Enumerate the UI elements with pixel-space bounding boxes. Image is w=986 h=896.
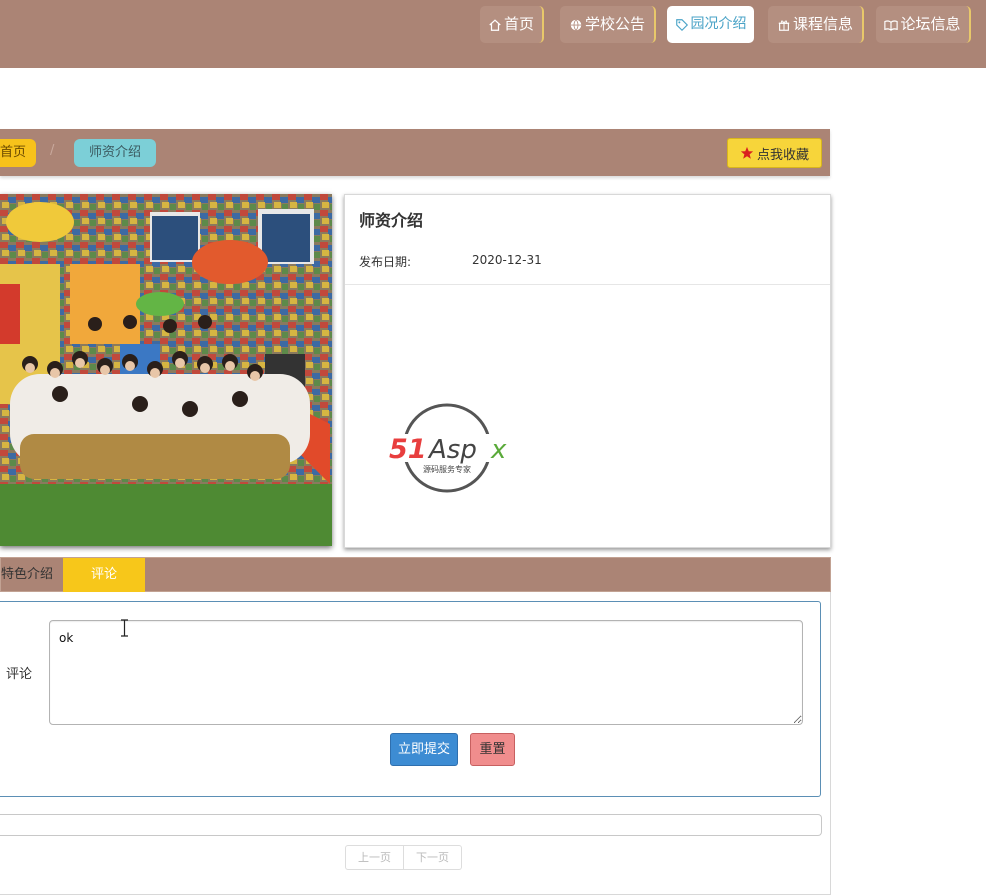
brand-tagline: 源码服务专家	[423, 464, 471, 474]
tab-intro[interactable]: 特色介绍	[1, 558, 63, 592]
publish-date-label: 发布日期:	[359, 255, 412, 269]
breadcrumb: 首页 / 师资介绍 点我收藏	[0, 129, 830, 176]
tab-comment[interactable]: 评论	[63, 558, 145, 592]
divider	[345, 284, 830, 285]
home-icon	[489, 18, 501, 31]
favorite-button[interactable]: 点我收藏	[727, 138, 822, 168]
comment-label: 评论	[6, 667, 33, 682]
nav-item-label: 学校公告	[584, 15, 645, 33]
next-page-button[interactable]: 下一页	[404, 845, 462, 870]
nav-item-announcements[interactable]: 学校公告	[560, 6, 656, 43]
comment-textarea[interactable]: ok	[49, 620, 803, 725]
nav-item-campus-intro[interactable]: 园况介绍	[667, 6, 754, 43]
nav-item-label: 论坛信息	[900, 15, 961, 33]
svg-text:51: 51	[389, 434, 427, 465]
text-cursor-icon	[121, 619, 128, 637]
svg-text:Asp: Asp	[427, 435, 477, 465]
breadcrumb-current[interactable]: 师资介绍	[74, 139, 156, 167]
tabs-bar: 特色介绍 评论	[0, 557, 831, 592]
svg-text:x: x	[490, 435, 507, 465]
brand-logo: 51 Asp x 源码服务专家	[385, 400, 515, 496]
nav-item-home[interactable]: 首页	[480, 6, 544, 43]
tag-icon	[675, 18, 688, 31]
brand-logo-graphic: 51 Asp x 源码服务专家	[389, 403, 513, 493]
publish-date: 2020-12-31	[472, 253, 542, 267]
list-search-bar[interactable]	[0, 814, 822, 836]
pagination: 上一页 下一页	[345, 845, 462, 870]
nav-item-label: 园况介绍	[690, 16, 747, 32]
book-icon	[884, 19, 899, 31]
reset-button[interactable]: 重置	[470, 733, 515, 766]
star-icon	[740, 146, 754, 159]
nav-item-label: 首页	[503, 15, 534, 33]
teacher-group-photo	[0, 194, 332, 546]
breadcrumb-home[interactable]: 首页	[0, 139, 36, 167]
top-nav: 首页 学校公告 园况介绍 课程信息 论坛信息	[0, 0, 986, 68]
nav-item-forum[interactable]: 论坛信息	[876, 6, 971, 43]
submit-button[interactable]: 立即提交	[390, 733, 458, 766]
nav-item-courses[interactable]: 课程信息	[768, 6, 864, 43]
article-info-panel: 师资介绍 发布日期: 2020-12-31 51 Asp x 源码服务专家	[344, 194, 831, 548]
prev-page-button[interactable]: 上一页	[345, 845, 404, 870]
article-title: 师资介绍	[359, 211, 424, 230]
gift-icon	[778, 19, 790, 31]
globe-icon	[570, 18, 582, 31]
photo-illustration	[0, 194, 332, 546]
favorite-label: 点我收藏	[756, 147, 809, 163]
breadcrumb-separator: /	[50, 143, 55, 158]
nav-item-label: 课程信息	[792, 15, 853, 33]
